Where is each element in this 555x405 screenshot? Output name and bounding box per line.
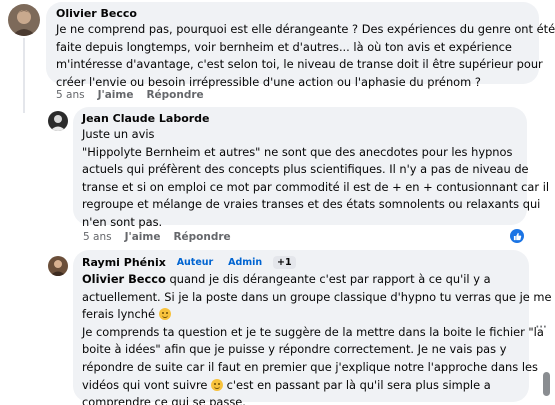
comment-actions: 5 ans J'aime Répondre (83, 231, 244, 243)
avatar[interactable] (48, 111, 68, 131)
admin-badge: Admin (228, 257, 263, 268)
author-badge: Auteur (176, 257, 214, 268)
mention-link[interactable]: Olivier Becco (82, 272, 166, 286)
comment-author[interactable]: Raymi Phénix (82, 256, 166, 269)
comment-time[interactable]: 5 ans (83, 231, 112, 243)
comment-text: Juste un avis "Hippolyte Bernheim et aut… (82, 127, 550, 229)
like-button[interactable]: J'aime (125, 231, 161, 243)
like-button[interactable]: J'aime (98, 89, 134, 101)
scrollbar[interactable] (543, 372, 550, 396)
reply-button[interactable]: Répondre (146, 89, 203, 101)
thread-line (23, 38, 25, 113)
more-options-icon[interactable]: ··· (535, 318, 547, 336)
comment-author[interactable]: Olivier Becco (56, 7, 529, 20)
comment-bubble: Olivier Becco Je ne comprend pas, pourqu… (46, 2, 555, 89)
comment-author-row: Raymi Phénix Auteur Admin +1 (82, 256, 520, 269)
comment-actions: 5 ans J'aime Répondre (56, 89, 217, 101)
comment-author[interactable]: Jean Claude Laborde (82, 112, 518, 125)
comment-bubble: Raymi Phénix Auteur Admin +1 Olivier Bec… (73, 250, 552, 405)
comment-bubble: Jean Claude Laborde Juste un avis "Hippo… (73, 107, 549, 229)
more-badges[interactable]: +1 (273, 256, 296, 269)
reply-button[interactable]: Répondre (173, 231, 230, 243)
avatar[interactable] (48, 256, 68, 276)
avatar[interactable] (8, 4, 40, 36)
comment-time[interactable]: 5 ans (56, 89, 85, 101)
comment-text: Je ne comprend pas, pourquoi est elle dé… (56, 22, 555, 89)
smile-emoji-icon (158, 308, 171, 321)
like-reaction-icon[interactable] (510, 229, 524, 243)
comment-text: Olivier Becco quand je dis dérangeante c… (82, 272, 552, 405)
smile-emoji-icon (211, 378, 224, 391)
